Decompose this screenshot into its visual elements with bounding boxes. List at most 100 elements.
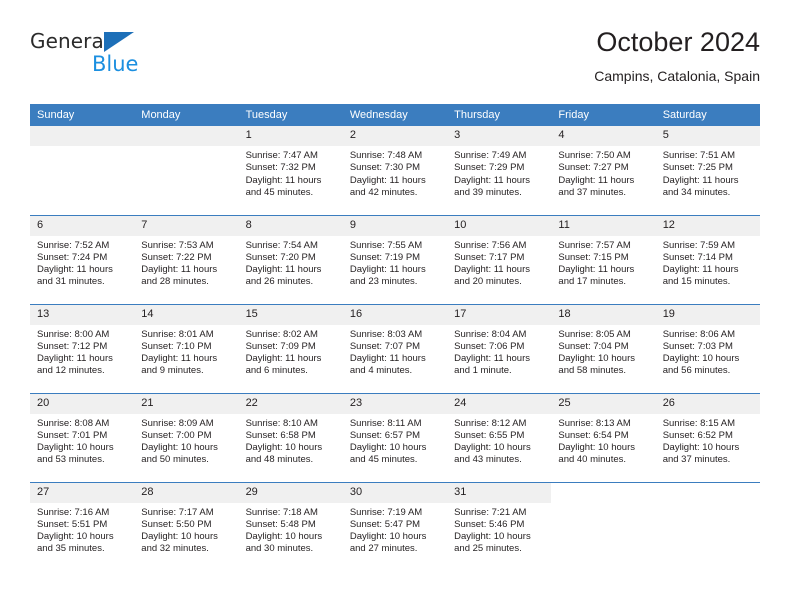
day-cell-inner: 25 Sunrise: 8:13 AM Sunset: 6:54 PM Dayligh… <box>551 393 656 482</box>
daylight-line-2: and 30 minutes. <box>245 543 314 555</box>
daylight-line-1: Daylight: 10 hours <box>558 353 635 365</box>
day-number: 13 <box>30 304 135 325</box>
daylight-line-2: and 26 minutes. <box>245 276 314 288</box>
calendar-day-cell[interactable]: 30 Sunrise: 7:19 AM Sunset: 5:47 PM Dayligh… <box>342 481 448 571</box>
sunset-time: Sunset: 6:58 PM <box>245 429 316 441</box>
daylight-line-2: and 25 minutes. <box>454 543 522 555</box>
calendar-day-cell[interactable]: 8 Sunrise: 7:54 AM Sunset: 7:20 PM Daylight… <box>238 214 343 304</box>
calendar-day-cell[interactable]: 14 Sunrise: 8:01 AM Sunset: 7:10 PM Dayligh… <box>134 303 239 393</box>
sunrise-time: Sunrise: 7:53 AM <box>141 239 214 251</box>
sunset-time: Sunset: 6:57 PM <box>349 429 421 441</box>
calendar-day-cell[interactable]: 4 Sunrise: 7:50 AM Sunset: 7:27 PM Daylight… <box>551 126 656 215</box>
daylight-line-1: Daylight: 10 hours <box>558 442 635 454</box>
sunrise-time: Sunrise: 8:10 AM <box>245 417 318 429</box>
day-cell-inner: 13 Sunrise: 8:00 AM Sunset: 7:12 PM Dayligh… <box>30 304 135 393</box>
sunset-time: Sunset: 7:01 PM <box>37 429 108 441</box>
calendar-day-cell[interactable]: 23 Sunrise: 8:11 AM Sunset: 6:57 PM Dayligh… <box>342 392 448 482</box>
sunrise-time: Sunrise: 7:59 AM <box>662 239 736 251</box>
sunrise-time: Sunrise: 8:08 AM <box>37 417 110 429</box>
day-info: Sunrise: 8:04 AM Sunset: 7:06 PM Daylight:… <box>447 325 551 378</box>
sunset-time: Sunset: 7:14 PM <box>662 251 733 263</box>
sunset-time: Sunset: 7:10 PM <box>141 340 212 352</box>
calendar-day-cell[interactable]: 12 Sunrise: 7:59 AM Sunset: 7:14 PM Dayligh… <box>655 214 760 304</box>
calendar-day-cell[interactable]: 6 Sunrise: 7:52 AM Sunset: 7:24 PM Daylight… <box>30 214 135 304</box>
day-info: Sunrise: 7:54 AM Sunset: 7:20 PM Daylight:… <box>239 236 343 289</box>
day-number: 4 <box>551 126 656 146</box>
calendar-day-cell[interactable]: 10 Sunrise: 7:56 AM Sunset: 7:17 PM Dayligh… <box>447 214 552 304</box>
sunset-time: Sunset: 7:17 PM <box>454 251 525 263</box>
calendar-day-cell[interactable]: 1 Sunrise: 7:47 AM Sunset: 7:32 PM Daylight… <box>238 126 343 215</box>
calendar-day-cell[interactable]: 24 Sunrise: 8:12 AM Sunset: 6:55 PM Dayligh… <box>447 392 552 482</box>
day-number: 1 <box>238 126 343 146</box>
day-info: Sunrise: 7:19 AM Sunset: 5:47 PM Daylight:… <box>343 503 447 556</box>
day-number: 16 <box>342 304 448 325</box>
daylight-line-1: Daylight: 11 hours <box>454 353 530 365</box>
sunrise-time: Sunrise: 7:16 AM <box>37 506 110 518</box>
day-number: 23 <box>342 393 448 414</box>
calendar-day-cell[interactable]: 15 Sunrise: 8:02 AM Sunset: 7:09 PM Dayligh… <box>238 303 343 393</box>
sunrise-time: Sunrise: 7:19 AM <box>349 506 423 518</box>
calendar-day-cell[interactable]: 28 Sunrise: 7:17 AM Sunset: 5:50 PM Dayligh… <box>134 481 239 571</box>
triangle-icon <box>104 32 134 52</box>
day-cell-inner: 12 Sunrise: 7:59 AM Sunset: 7:14 PM Dayligh… <box>655 215 760 304</box>
day-cell-inner: 26 Sunrise: 8:15 AM Sunset: 6:52 PM Dayligh… <box>655 393 760 482</box>
day-number <box>551 483 655 503</box>
sunset-time: Sunset: 5:46 PM <box>454 518 525 530</box>
sunset-time: Sunset: 7:06 PM <box>454 340 525 352</box>
calendar-day-cell[interactable]: 5 Sunrise: 7:51 AM Sunset: 7:25 PM Daylight… <box>655 126 760 215</box>
sunrise-time: Sunrise: 7:51 AM <box>662 150 736 161</box>
daylight-line-2: and 9 minutes. <box>141 365 204 377</box>
sunset-time: Sunset: 7:00 PM <box>141 429 212 441</box>
day-number: 9 <box>342 215 448 236</box>
brand-logo[interactable]: General Blue <box>30 30 220 86</box>
calendar-week-row: 13 Sunrise: 8:00 AM Sunset: 7:12 PM Dayligh… <box>30 303 760 393</box>
calendar-day-cell[interactable]: 22 Sunrise: 8:10 AM Sunset: 6:58 PM Dayligh… <box>238 392 343 482</box>
day-number: 12 <box>655 215 760 236</box>
calendar-day-cell[interactable]: 16 Sunrise: 8:03 AM Sunset: 7:07 PM Dayligh… <box>342 303 448 393</box>
calendar-day-cell[interactable]: 7 Sunrise: 7:53 AM Sunset: 7:22 PM Daylight… <box>134 214 239 304</box>
sunrise-time: Sunrise: 8:01 AM <box>141 328 214 340</box>
daylight-line-2: and 39 minutes. <box>454 186 522 198</box>
calendar-day-cell[interactable]: 25 Sunrise: 8:13 AM Sunset: 6:54 PM Dayligh… <box>551 392 656 482</box>
daylight-line-1: Daylight: 10 hours <box>454 442 531 454</box>
sunrise-time: Sunrise: 7:55 AM <box>349 239 423 251</box>
weekday-header-monday: Monday <box>134 104 239 126</box>
weekday-header-wednesday: Wednesday <box>342 104 448 126</box>
page-title: October 2024 <box>596 27 760 57</box>
daylight-line-2: and 12 minutes. <box>37 365 105 377</box>
brand-name-general: General <box>30 29 110 53</box>
calendar-day-cell[interactable]: 17 Sunrise: 8:04 AM Sunset: 7:06 PM Dayligh… <box>447 303 552 393</box>
calendar-day-cell[interactable]: 21 Sunrise: 8:09 AM Sunset: 7:00 PM Dayligh… <box>134 392 239 482</box>
day-cell-inner: 27 Sunrise: 7:16 AM Sunset: 5:51 PM Dayligh… <box>30 482 135 572</box>
calendar-day-cell[interactable]: 13 Sunrise: 8:00 AM Sunset: 7:12 PM Dayligh… <box>30 303 135 393</box>
day-number: 30 <box>342 482 448 503</box>
calendar-day-cell[interactable]: 18 Sunrise: 8:05 AM Sunset: 7:04 PM Dayligh… <box>551 303 656 393</box>
sunset-time: Sunset: 7:24 PM <box>37 251 108 263</box>
calendar-day-cell-empty <box>655 481 760 571</box>
day-number: 20 <box>30 393 135 414</box>
daylight-line-2: and 50 minutes. <box>141 454 209 466</box>
daylight-line-1: Daylight: 11 hours <box>454 174 530 186</box>
calendar-day-cell[interactable]: 9 Sunrise: 7:55 AM Sunset: 7:19 PM Daylight… <box>342 214 448 304</box>
calendar-day-cell[interactable]: 11 Sunrise: 7:57 AM Sunset: 7:15 PM Dayligh… <box>551 214 656 304</box>
calendar-day-cell[interactable]: 3 Sunrise: 7:49 AM Sunset: 7:29 PM Daylight… <box>447 126 552 215</box>
day-cell-inner: 19 Sunrise: 8:06 AM Sunset: 7:03 PM Dayligh… <box>655 304 760 393</box>
daylight-line-2: and 6 minutes. <box>245 365 308 377</box>
day-number: 5 <box>655 126 760 146</box>
calendar-day-cell[interactable]: 20 Sunrise: 8:08 AM Sunset: 7:01 PM Dayligh… <box>30 392 135 482</box>
calendar-day-cell[interactable]: 26 Sunrise: 8:15 AM Sunset: 6:52 PM Dayligh… <box>655 392 760 482</box>
day-info: Sunrise: 7:17 AM Sunset: 5:50 PM Daylight:… <box>134 503 238 556</box>
daylight-line-1: Daylight: 11 hours <box>662 174 739 186</box>
sunrise-time: Sunrise: 8:11 AM <box>349 417 422 429</box>
sunrise-time: Sunrise: 7:48 AM <box>349 150 423 161</box>
calendar-day-cell[interactable]: 31 Sunrise: 7:21 AM Sunset: 5:46 PM Dayligh… <box>447 481 552 571</box>
calendar-day-cell[interactable]: 2 Sunrise: 7:48 AM Sunset: 7:30 PM Daylight… <box>342 126 448 215</box>
day-number: 21 <box>134 393 239 414</box>
calendar-week-row: 20 Sunrise: 8:08 AM Sunset: 7:01 PM Dayligh… <box>30 392 760 482</box>
calendar-day-cell[interactable]: 19 Sunrise: 8:06 AM Sunset: 7:03 PM Dayligh… <box>655 303 760 393</box>
calendar-day-cell[interactable]: 27 Sunrise: 7:16 AM Sunset: 5:51 PM Dayligh… <box>30 481 135 572</box>
sunrise-time: Sunrise: 8:03 AM <box>349 328 423 340</box>
calendar-week-row: 6 Sunrise: 7:52 AM Sunset: 7:24 PM Daylight… <box>30 214 760 304</box>
day-cell-inner: 5 Sunrise: 7:51 AM Sunset: 7:25 PM Daylight… <box>655 126 760 215</box>
calendar-day-cell[interactable]: 29 Sunrise: 7:18 AM Sunset: 5:48 PM Dayligh… <box>238 481 343 571</box>
